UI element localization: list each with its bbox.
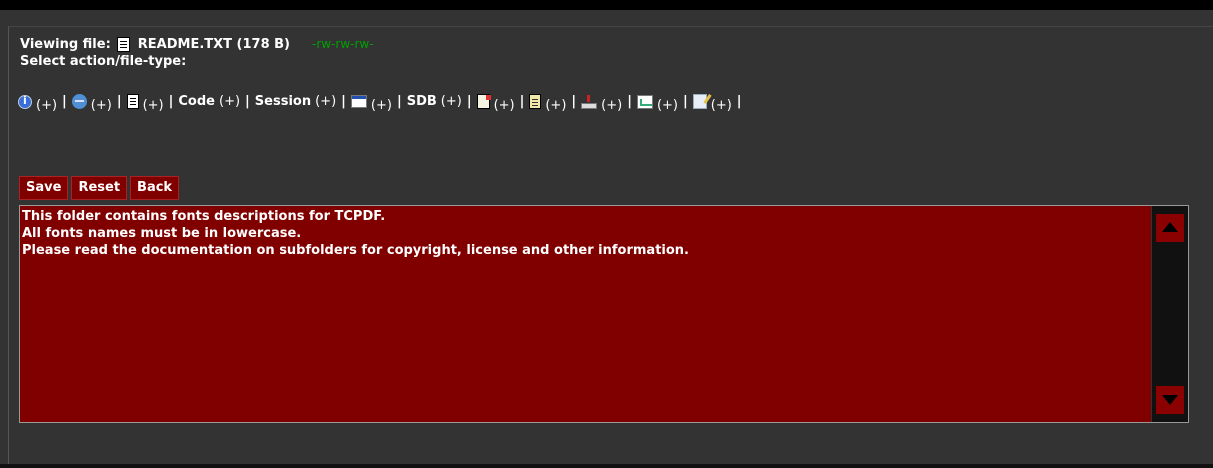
file-permissions[interactable]: -rw-rw-rw- <box>312 37 374 52</box>
chart-edit-icon[interactable] <box>636 94 653 109</box>
separator: | <box>396 94 402 109</box>
separator: | <box>736 94 742 109</box>
separator: | <box>245 94 250 109</box>
info-icon[interactable] <box>18 94 32 109</box>
action-bar: (+) | (+) | (+) | Code (+) | Session (+) |… <box>18 94 747 113</box>
action-plus[interactable]: (+) <box>545 98 566 113</box>
action-plus[interactable]: (+) <box>711 98 732 113</box>
editor-buttons: Save Reset Back <box>19 176 182 200</box>
editor-scrollbar[interactable] <box>1151 206 1188 422</box>
notepad-icon[interactable] <box>529 94 542 109</box>
separator: | <box>168 94 174 109</box>
action-plus[interactable]: (+) <box>657 98 678 113</box>
action-plus[interactable]: (+) <box>219 94 240 109</box>
back-button[interactable]: Back <box>130 176 180 200</box>
action-plus[interactable]: (+) <box>36 98 57 113</box>
separator: | <box>62 94 67 109</box>
bottom-border <box>0 464 1213 468</box>
action-plus[interactable]: (+) <box>371 98 392 113</box>
action-session[interactable]: Session <box>255 94 311 109</box>
text-file-icon <box>116 36 130 52</box>
separator: | <box>519 94 525 109</box>
save-button[interactable]: Save <box>19 176 69 200</box>
action-plus[interactable]: (+) <box>601 98 622 113</box>
viewing-file-label: Viewing file: <box>20 36 111 52</box>
action-sdb[interactable]: SDB <box>407 94 437 109</box>
edit-icon[interactable] <box>692 94 707 109</box>
ie-icon[interactable] <box>71 94 87 109</box>
window-icon[interactable] <box>350 95 367 108</box>
action-plus[interactable]: (+) <box>143 98 164 113</box>
select-action-label: Select action/file-type: <box>20 54 187 69</box>
spreadsheet-icon[interactable] <box>476 94 491 109</box>
action-plus[interactable]: (+) <box>494 98 515 113</box>
editor-textarea[interactable]: This folder contains fonts descriptions … <box>22 208 1150 420</box>
download-icon[interactable] <box>581 94 598 109</box>
separator: | <box>627 94 632 109</box>
file-info: Viewing file: README.TXT (178 B) -rw-rw-… <box>20 34 374 69</box>
separator: | <box>683 94 688 109</box>
scroll-down-button[interactable] <box>1156 386 1184 414</box>
separator: | <box>341 94 346 109</box>
separator: | <box>571 94 577 109</box>
reset-button[interactable]: Reset <box>71 176 128 200</box>
text-file-icon[interactable] <box>126 94 139 109</box>
action-plus[interactable]: (+) <box>91 98 112 113</box>
action-plus[interactable]: (+) <box>441 94 462 109</box>
separator: | <box>116 94 122 109</box>
scroll-up-button[interactable] <box>1156 214 1184 242</box>
separator: | <box>466 94 472 109</box>
action-code[interactable]: Code <box>178 94 215 109</box>
top-bar <box>0 0 1213 10</box>
file-name: README.TXT (178 B) <box>137 36 291 52</box>
action-plus[interactable]: (+) <box>315 94 336 109</box>
file-editor[interactable]: This folder contains fonts descriptions … <box>19 205 1189 423</box>
